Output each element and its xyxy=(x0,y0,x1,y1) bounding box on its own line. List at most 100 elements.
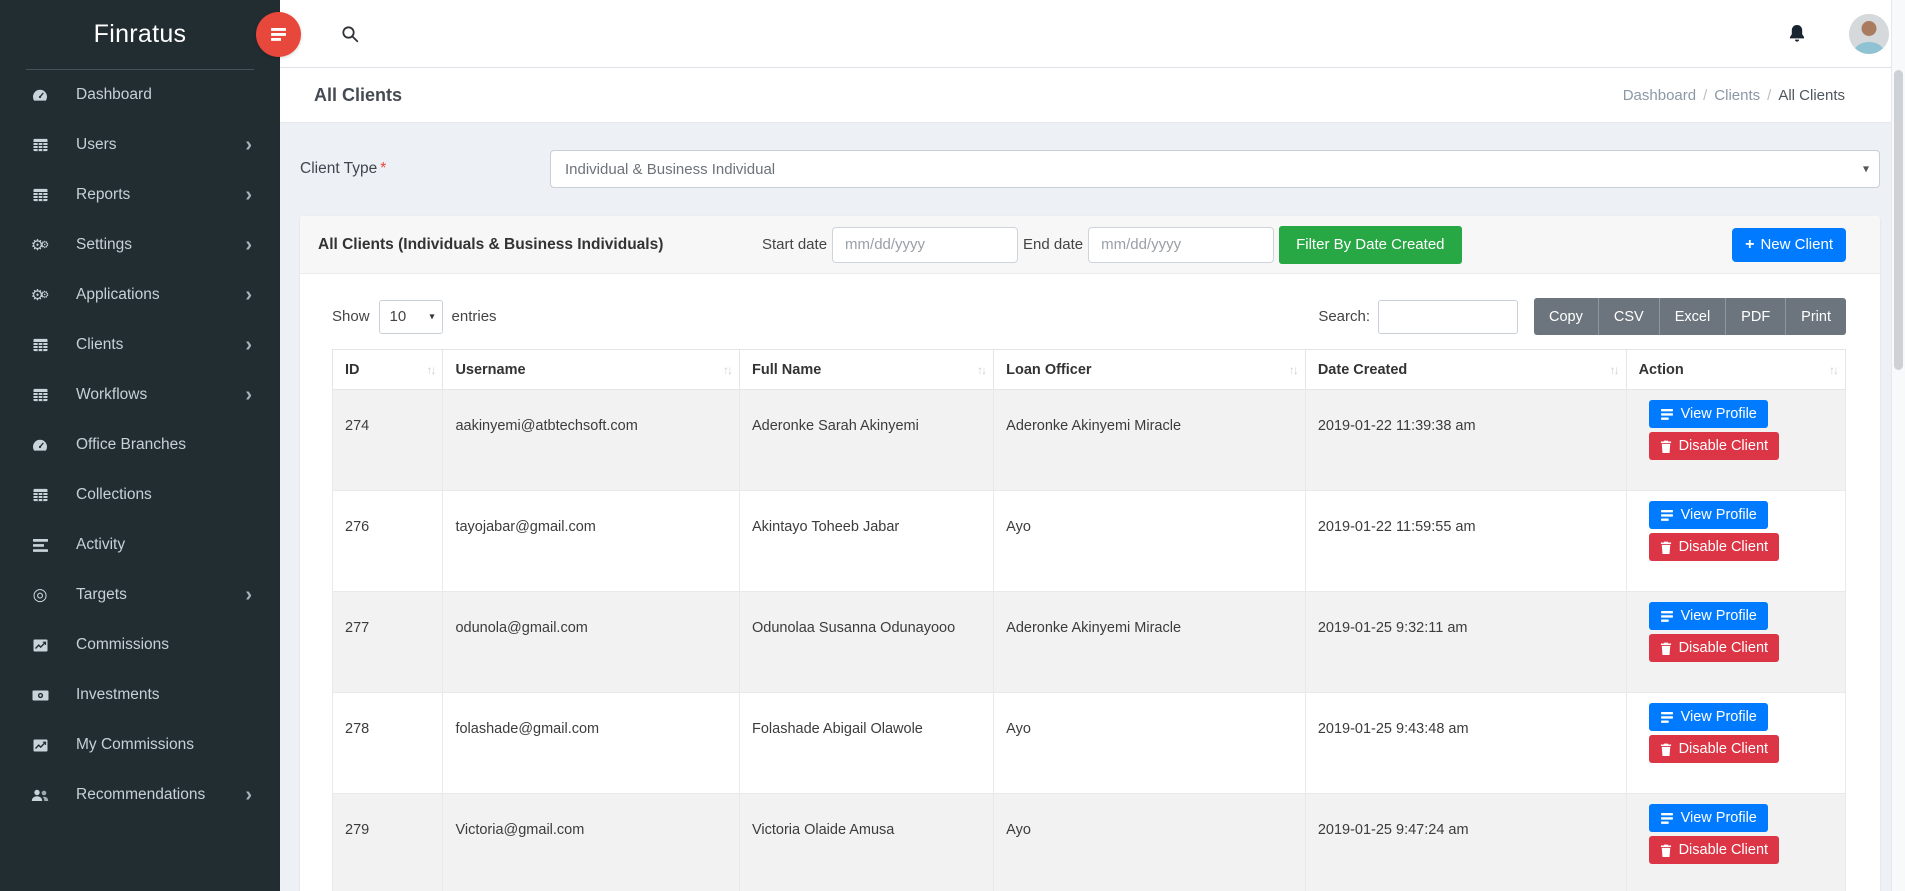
sidebar-item-collections[interactable]: Collections xyxy=(0,470,280,520)
sidebar-item-recommendations[interactable]: Recommendations › xyxy=(0,770,280,820)
list-icon xyxy=(30,539,50,552)
sidebar-item-workflows[interactable]: Workflows › xyxy=(0,370,280,420)
view-profile-button[interactable]: View Profile xyxy=(1649,501,1768,529)
sidebar-item-office-branches[interactable]: Office Branches xyxy=(0,420,280,470)
users-icon xyxy=(30,789,50,802)
cell-full-name: Odunolaa Susanna Odunayooo xyxy=(739,592,993,693)
entries-label: entries xyxy=(452,308,497,325)
new-client-button[interactable]: + New Client xyxy=(1732,228,1846,262)
column-header-action[interactable]: Action↑↓ xyxy=(1626,350,1845,390)
bars-icon xyxy=(1660,510,1674,521)
sort-icon: ↑↓ xyxy=(977,363,985,377)
sidebar-item-targets[interactable]: ◎ Targets › xyxy=(0,570,280,620)
sidebar-item-applications[interactable]: ⚙⚙ Applications › xyxy=(0,270,280,320)
view-profile-button[interactable]: View Profile xyxy=(1649,703,1768,731)
bars-icon xyxy=(1660,813,1674,824)
chevron-right-icon: › xyxy=(245,138,252,152)
card-header: All Clients (Individuals & Business Indi… xyxy=(300,216,1880,274)
sidebar-item-activity[interactable]: Activity xyxy=(0,520,280,570)
cell-loan-officer: Aderonke Akinyemi Miracle xyxy=(994,390,1306,491)
cell-date-created: 2019-01-25 9:47:24 am xyxy=(1305,794,1626,891)
bars-icon xyxy=(1660,712,1674,723)
trash-icon xyxy=(1660,642,1672,655)
breadcrumb-clients[interactable]: Clients xyxy=(1714,87,1760,104)
table-row: 278 folashade@gmail.com Folashade Abigai… xyxy=(333,693,1846,794)
view-profile-button[interactable]: View Profile xyxy=(1649,804,1768,832)
cogs-icon: ⚙⚙ xyxy=(30,236,50,254)
scrollbar-thumb[interactable] xyxy=(1894,70,1903,370)
column-header-id[interactable]: ID↑↓ xyxy=(333,350,443,390)
sidebar-item-investments[interactable]: Investments xyxy=(0,670,280,720)
disable-client-button[interactable]: Disable Client xyxy=(1649,634,1779,662)
vertical-scrollbar[interactable] xyxy=(1891,0,1905,891)
sort-icon: ↑↓ xyxy=(1829,363,1837,377)
bars-icon xyxy=(1660,409,1674,420)
top-navbar xyxy=(280,0,1905,68)
chart-line-icon xyxy=(30,639,50,652)
column-header-full-name[interactable]: Full Name↑↓ xyxy=(739,350,993,390)
print-button[interactable]: Print xyxy=(1786,298,1846,335)
column-header-loan-officer[interactable]: Loan Officer↑↓ xyxy=(994,350,1306,390)
bars-icon xyxy=(1660,611,1674,622)
cell-date-created: 2019-01-22 11:59:55 am xyxy=(1305,491,1626,592)
cogs-icon: ⚙⚙ xyxy=(30,286,50,304)
filter-by-date-button[interactable]: Filter By Date Created xyxy=(1279,226,1461,264)
breadcrumb-current: All Clients xyxy=(1778,87,1845,104)
column-header-username[interactable]: Username↑↓ xyxy=(443,350,740,390)
avatar[interactable] xyxy=(1849,14,1889,54)
sidebar-item-settings[interactable]: ⚙⚙ Settings › xyxy=(0,220,280,270)
brand-logo: Finratus xyxy=(0,0,280,69)
table-icon xyxy=(30,188,50,202)
sidebar-item-label: Reports xyxy=(76,186,130,204)
sidebar-item-commissions[interactable]: Commissions xyxy=(0,620,280,670)
table-icon xyxy=(30,338,50,352)
sort-icon: ↑↓ xyxy=(1610,363,1618,377)
sidebar-toggle-button[interactable] xyxy=(256,12,301,57)
table-controls: Show 10 ▾ entries Search: Copy CSV Excel xyxy=(332,298,1846,335)
sidebar-item-label: Office Branches xyxy=(76,436,186,454)
export-button-group: Copy CSV Excel PDF Print xyxy=(1534,298,1846,335)
clients-table: ID↑↓ Username↑↓ Full Name↑↓ Loan Officer… xyxy=(332,349,1846,891)
disable-client-button[interactable]: Disable Client xyxy=(1649,432,1779,460)
search-input[interactable] xyxy=(1378,300,1518,334)
cell-loan-officer: Ayo xyxy=(994,794,1306,891)
disable-client-button[interactable]: Disable Client xyxy=(1649,836,1779,864)
controls-right: Search: Copy CSV Excel PDF Print xyxy=(1318,298,1846,335)
sidebar-item-label: Settings xyxy=(76,236,132,254)
table-row: 276 tayojabar@gmail.com Akintayo Toheeb … xyxy=(333,491,1846,592)
sidebar-item-label: Recommendations xyxy=(76,786,205,804)
sidebar-item-reports[interactable]: Reports › xyxy=(0,170,280,220)
sidebar-item-my-commissions[interactable]: My Commissions xyxy=(0,720,280,770)
trash-icon xyxy=(1660,844,1672,857)
sidebar-item-users[interactable]: Users › xyxy=(0,120,280,170)
end-date-input[interactable] xyxy=(1088,227,1274,263)
card-body: Show 10 ▾ entries Search: Copy CSV Excel xyxy=(300,274,1880,891)
cell-loan-officer: Ayo xyxy=(994,693,1306,794)
sidebar-item-label: Workflows xyxy=(76,386,147,404)
view-profile-button[interactable]: View Profile xyxy=(1649,400,1768,428)
csv-button[interactable]: CSV xyxy=(1599,298,1660,335)
sidebar-item-dashboard[interactable]: Dashboard xyxy=(0,70,280,120)
view-profile-button[interactable]: View Profile xyxy=(1649,602,1768,630)
pdf-button[interactable]: PDF xyxy=(1726,298,1786,335)
breadcrumb-dashboard[interactable]: Dashboard xyxy=(1623,87,1696,104)
column-header-date-created[interactable]: Date Created↑↓ xyxy=(1305,350,1626,390)
disable-client-button[interactable]: Disable Client xyxy=(1649,735,1779,763)
disable-client-button[interactable]: Disable Client xyxy=(1649,533,1779,561)
start-date-input[interactable] xyxy=(832,227,1018,263)
chevron-right-icon: › xyxy=(245,588,252,602)
sidebar-item-clients[interactable]: Clients › xyxy=(0,320,280,370)
excel-button[interactable]: Excel xyxy=(1660,298,1726,335)
client-type-select[interactable]: Individual & Business Individual ▾ xyxy=(550,150,1880,188)
client-type-label: Client Type* xyxy=(300,160,550,178)
sidebar-item-label: Users xyxy=(76,136,116,154)
cell-date-created: 2019-01-25 9:43:48 am xyxy=(1305,693,1626,794)
sidebar-item-label: Dashboard xyxy=(76,86,152,104)
search-icon[interactable] xyxy=(341,25,359,43)
bell-icon[interactable] xyxy=(1787,23,1807,45)
cell-username: odunola@gmail.com xyxy=(443,592,740,693)
page-length-select[interactable]: 10 ▾ xyxy=(379,300,443,334)
copy-button[interactable]: Copy xyxy=(1534,298,1599,335)
cell-action: View Profile Disable Client xyxy=(1626,592,1845,693)
cell-action: View Profile Disable Client xyxy=(1626,794,1845,891)
